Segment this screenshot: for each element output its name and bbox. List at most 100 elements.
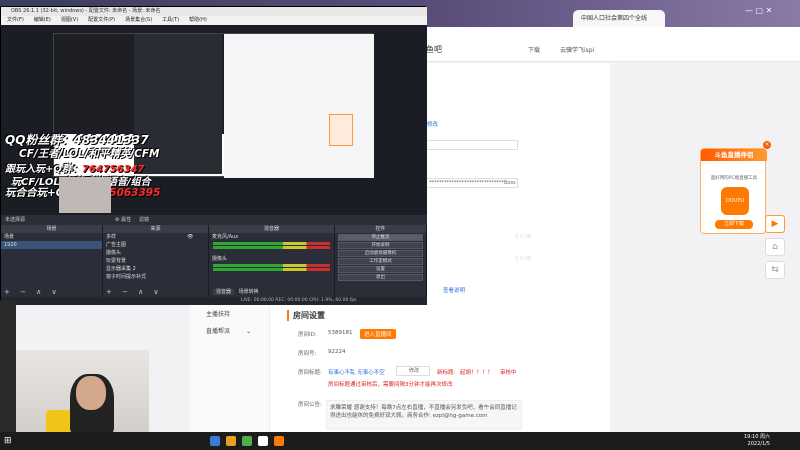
room-title-value: 有事心不乱 无事心不空 xyxy=(328,370,385,376)
new-title-value: 起胡！！！！ xyxy=(460,370,494,376)
play-icon[interactable]: ▶ xyxy=(765,215,785,233)
channel-name: 麦克风/Aux xyxy=(212,234,239,240)
source-label: 玩耍背景 xyxy=(106,258,127,264)
filters-button[interactable]: 滤镜 xyxy=(139,215,149,225)
volume-slider[interactable] xyxy=(213,268,330,271)
stream-url-field[interactable] xyxy=(426,140,518,150)
volume-slider[interactable] xyxy=(213,246,330,249)
mixer-channel-label: 摄像头 0.0 dB xyxy=(209,255,531,263)
obs-menu-bar: 文件(F) 编辑(E) 视图(V) 配置文件(P) 场景集合(S) 工具(T) … xyxy=(1,16,427,25)
menu-profile[interactable]: 配置文件(P) xyxy=(88,16,115,25)
controls-dock-title: 控件 xyxy=(335,225,426,233)
settings-button[interactable]: 设置 xyxy=(338,266,423,273)
chevron-down-icon: ⌄ xyxy=(245,328,251,335)
scenes-dock-footer[interactable]: + − ∧ ∨ xyxy=(1,288,102,297)
room-number-label: 房间号: xyxy=(298,351,317,357)
browser-tab[interactable]: 中国人口社会第四个全线 xyxy=(573,10,665,27)
scenes-dock-title: 场景 xyxy=(1,225,102,233)
virtual-camera-button[interactable]: 启动虚拟摄像机 xyxy=(338,250,423,257)
windows-start-icon[interactable]: ⊞ xyxy=(4,436,12,446)
menu-help[interactable]: 帮助(H) xyxy=(189,16,207,25)
mixer-dock: 混音器 麦克风/Aux 0.0 dB 摄像头 0.0 dB 混音器 场景转换 xyxy=(209,225,531,297)
source-item[interactable]: 显示器采集 2 xyxy=(103,265,208,273)
room-title-label: 房间标题: xyxy=(298,370,322,376)
source-item[interactable]: 广告主图 xyxy=(103,241,208,249)
taskbar-clock[interactable]: 19:10 周六 2022/1/5 xyxy=(744,434,770,448)
menu-edit[interactable]: 编辑(E) xyxy=(34,16,51,25)
taskbar-app-icon[interactable] xyxy=(210,436,220,446)
studio-mode-button[interactable]: 工作室模式 xyxy=(338,258,423,265)
streamer-face xyxy=(76,376,106,410)
help-link[interactable]: 查看说明 xyxy=(443,286,465,294)
taskbar-app-icon[interactable] xyxy=(274,436,284,446)
preview-webcam xyxy=(59,177,111,213)
windows-taskbar: ⊞ 19:10 周六 2022/1/5 xyxy=(0,432,800,450)
exit-button[interactable]: 退出 xyxy=(338,274,423,281)
obs-preview[interactable]: QQ粉丝群：483441337 CF/王者/LOL/和平精英/CFM 跟玩入玩+… xyxy=(1,25,427,215)
mixer-dock-title: 混音器 xyxy=(209,225,334,233)
source-item[interactable]: 摄像头 xyxy=(103,249,208,257)
mixer-channel-label: 麦克风/Aux 0.0 dB xyxy=(209,233,531,241)
menu-tools[interactable]: 工具(T) xyxy=(162,16,179,25)
menu-file[interactable]: 文件(F) xyxy=(7,16,24,25)
properties-button[interactable]: ⚙ 属性 xyxy=(115,215,131,225)
close-icon[interactable]: × xyxy=(763,141,771,149)
tab-mixer[interactable]: 混音器 xyxy=(213,289,235,295)
taskbar-app-icon[interactable] xyxy=(242,436,252,446)
channel-name: 摄像头 xyxy=(212,256,228,262)
sidebar-item-guild[interactable]: 直播帮派 ⌄ xyxy=(206,326,251,335)
obs-window: OBS 26.1.1 (32-bit, windows) - 配置文件: 未命名… xyxy=(0,6,531,305)
card-header: 斗鱼直播伴侣 xyxy=(701,149,767,161)
sources-dock-title: 来源 xyxy=(103,225,208,233)
card-subtitle: 超好用的PC端直播工具 xyxy=(710,176,758,181)
preview-nested-browser xyxy=(224,34,374,178)
scenes-dock: 场景 场景 1920 + − ∧ ∨ xyxy=(1,225,103,297)
review-status: 审核中 xyxy=(500,370,517,376)
window-controls[interactable]: — ▢ ✕ xyxy=(745,6,772,15)
menu-scene-collection[interactable]: 场景集合(S) xyxy=(125,16,152,25)
announcement-label: 房间公告: xyxy=(298,402,322,408)
share-icon[interactable]: ⇆ xyxy=(765,261,785,279)
volume-meter xyxy=(213,242,330,245)
stop-streaming-button[interactable]: 停止推流 xyxy=(338,234,423,241)
menu-view[interactable]: 视图(V) xyxy=(61,16,78,25)
user-menu[interactable]: 云骥学飞ispi xyxy=(560,45,594,54)
enter-room-button[interactable]: 进入直播间 xyxy=(360,329,396,339)
channel-db: 0.0 dB xyxy=(515,256,532,262)
left-edge-bar xyxy=(0,300,16,432)
taskbar-app-icon[interactable] xyxy=(226,436,236,446)
sidebar-item-support[interactable]: 主播扶持 xyxy=(206,309,230,318)
source-label: 广告主图 xyxy=(106,242,127,248)
source-item[interactable]: 多样 👁 xyxy=(103,233,208,241)
eye-icon[interactable]: 👁 xyxy=(187,233,193,241)
room-id-value: 5389181 xyxy=(328,330,353,336)
source-label: 多样 xyxy=(106,234,117,240)
site-title: 鱼吧 xyxy=(426,45,442,54)
clock-date: 2022/1/5 xyxy=(747,441,770,447)
tab-transitions[interactable]: 场景转换 xyxy=(236,289,262,295)
no-source-label: 未选择源 xyxy=(5,217,26,223)
modify-link[interactable]: 修改 xyxy=(427,120,438,128)
modify-title-button[interactable]: 修改 xyxy=(396,366,430,376)
scene-item[interactable]: 1920 xyxy=(1,241,102,249)
channel-db: 0.0 dB xyxy=(515,234,532,240)
source-toolbar: 未选择源 ⚙ 属性 滤镜 xyxy=(1,215,427,225)
source-label: 窗子时间提示补式 xyxy=(106,274,147,280)
source-label: 显示器采集 2 xyxy=(106,266,136,272)
taskbar-app-icon[interactable] xyxy=(258,436,268,446)
sources-dock-footer[interactable]: + − ∧ ∨ xyxy=(103,288,208,297)
site-header: 鱼吧 下载 云骥学飞ispi xyxy=(426,36,800,62)
clock-time: 19:10 周六 xyxy=(744,434,770,440)
home-icon[interactable]: ⌂ xyxy=(765,238,785,256)
obs-docks: 场景 场景 1920 + − ∧ ∨ 来源 多样 👁 广告主图 摄像头 玩耍背景 … xyxy=(1,225,531,297)
download-link[interactable]: 下载 xyxy=(528,45,540,54)
start-recording-button[interactable]: 开始录制 xyxy=(338,242,423,249)
announcement-box[interactable]: 求雕荣耀 感谢支持！每晚7点左右直播，不直播会另发负吧，看午会同直播记得进出也能… xyxy=(326,400,522,430)
download-button[interactable]: 立即下载 xyxy=(715,220,753,229)
scene-item[interactable]: 场景 xyxy=(1,233,102,241)
stream-key-field[interactable]: ******************************Boss xyxy=(426,178,518,188)
browser-tab-title: 中国人口社会第四个全线 xyxy=(581,15,648,22)
title-warning: 房间标题通过审核后，需要间隔3分钟才能再次修改 xyxy=(328,382,453,388)
source-item[interactable]: 玩耍背景 xyxy=(103,257,208,265)
source-item[interactable]: 窗子时间提示补式 xyxy=(103,273,208,281)
